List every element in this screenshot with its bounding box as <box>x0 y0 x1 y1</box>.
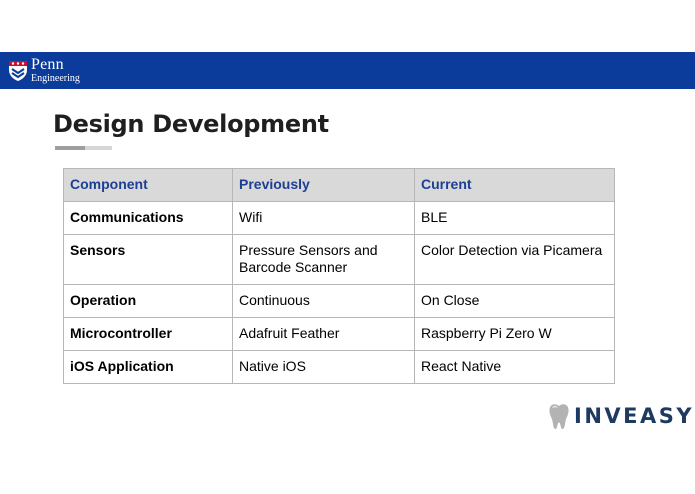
cell-component: Communications <box>63 201 233 235</box>
cell-component: Microcontroller <box>63 317 233 351</box>
penn-shield-icon <box>9 60 27 81</box>
cell-component: Operation <box>63 284 233 318</box>
cell-component: Sensors <box>63 234 233 285</box>
title-underline <box>55 146 112 150</box>
header-banner: Penn Engineering <box>0 52 695 89</box>
cell-component: iOS Application <box>63 350 233 384</box>
table-row: iOS Application Native iOS React Native <box>63 350 615 384</box>
slide-title: Design Development <box>53 110 329 138</box>
table-row: Communications Wifi BLE <box>63 201 615 235</box>
table-row: Sensors Pressure Sensors and Barcode Sca… <box>63 234 615 285</box>
column-header-current: Current <box>414 168 615 202</box>
table-header-row: Component Previously Current <box>63 168 615 202</box>
table-row: Microcontroller Adafruit Feather Raspber… <box>63 317 615 351</box>
logo-text-engineering: Engineering <box>31 73 80 84</box>
cell-current: Raspberry Pi Zero W <box>414 317 615 351</box>
cell-previously: Continuous <box>232 284 415 318</box>
cell-previously: Pressure Sensors and Barcode Scanner <box>232 234 415 285</box>
comparison-table: Component Previously Current Communicati… <box>63 168 615 384</box>
column-header-component: Component <box>63 168 233 202</box>
table-row: Operation Continuous On Close <box>63 284 615 318</box>
cell-previously: Native iOS <box>232 350 415 384</box>
cell-previously: Wifi <box>232 201 415 235</box>
cell-current: Color Detection via Picamera <box>414 234 615 285</box>
inveasy-logo: INVEASY <box>548 401 694 431</box>
cell-current: BLE <box>414 201 615 235</box>
column-header-previously: Previously <box>232 168 415 202</box>
penn-engineering-logo[interactable]: Penn Engineering <box>8 55 80 86</box>
cell-current: React Native <box>414 350 615 384</box>
cell-current: On Close <box>414 284 615 318</box>
cell-previously: Adafruit Feather <box>232 317 415 351</box>
logo-text-penn: Penn <box>31 56 64 73</box>
tooth-icon <box>549 404 569 429</box>
brand-name: INVEASY <box>574 403 695 428</box>
